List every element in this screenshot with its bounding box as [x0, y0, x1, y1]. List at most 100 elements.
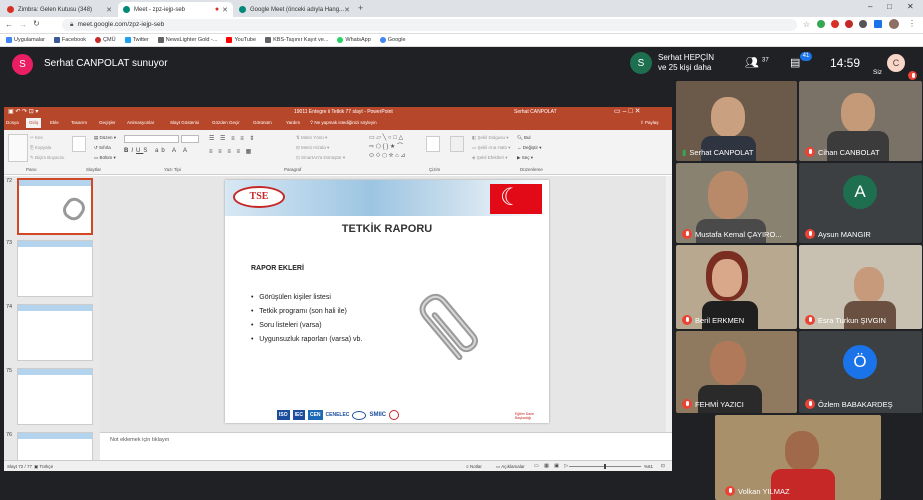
turkish-flag: ☾ — [490, 184, 542, 214]
bookmark-comu[interactable]: ÇMÜ — [95, 37, 116, 43]
participant-tile[interactable]: Ö Özlem BABAKARDEŞ — [799, 331, 922, 413]
quick-access-toolbar[interactable]: ▣ ↶ ↷ ⊡ ▾ — [8, 108, 38, 115]
font-size-select[interactable] — [181, 135, 199, 143]
bookmark-newslighter[interactable]: NewsLighter Gold -... — [157, 37, 217, 43]
paragraph-buttons[interactable]: ☰ ☰ ≡ ≡ ⇕ — [209, 135, 256, 142]
editing-commands[interactable]: 🔍︎ Bul ↔ Değiştir ▾ ▶ Seç ▾ — [517, 133, 542, 163]
maximize-button[interactable]: □ — [887, 2, 892, 11]
minimize-button[interactable]: – — [868, 2, 872, 11]
close-icon[interactable]: ✕ — [222, 6, 228, 14]
chat-button[interactable]: ▤ 41 — [790, 52, 812, 69]
slide-thumbnail[interactable] — [17, 240, 93, 297]
clipboard-commands[interactable]: ✂ Kes ⎘ Kopyala ✎ Biçim Boyacısı — [30, 133, 65, 163]
new-slide-button[interactable] — [72, 136, 86, 152]
participant-tile[interactable]: Beril ERKMEN — [676, 245, 797, 329]
tab-insert[interactable]: Ekle — [50, 118, 59, 128]
bookmark-twitter[interactable]: Twitter — [124, 37, 149, 43]
people-button[interactable]: 👥︎ 37 — [745, 56, 769, 69]
zoom-slider-thumb[interactable] — [604, 464, 606, 469]
self-avatar[interactable]: C — [887, 54, 905, 72]
participant-tile[interactable]: Cihan CANBOLAT — [799, 81, 922, 161]
close-icon[interactable]: ✕ — [344, 6, 350, 14]
font-name-select[interactable] — [124, 135, 179, 143]
close-window-button[interactable]: ✕ — [907, 2, 914, 11]
extension-icon[interactable] — [831, 20, 839, 28]
tab-file[interactable]: Dosya — [6, 118, 19, 128]
tab-view[interactable]: Görünüm — [253, 118, 272, 128]
text-direction-commands[interactable]: ⇅ Metin Yönü ▾ ⊟ Metni Hizala ▾ ⊡ SmartArt… — [296, 133, 345, 163]
bookmark-kbs[interactable]: KBS-Taşınır Kayıt ve... — [265, 37, 328, 43]
participant-tile[interactable]: ▮ Serhat CANPOLAT — [676, 81, 797, 161]
bookmark-label: Twitter — [132, 37, 149, 43]
slide-thumbnails-pane: 72 73 74 75 76 — [4, 176, 100, 460]
participant-name-row: Beril ERKMEN — [682, 315, 744, 325]
quick-styles-button[interactable] — [450, 136, 464, 152]
extension-icon[interactable] — [874, 20, 882, 28]
alignment-buttons[interactable]: ≡ ≡ ≡ ≡ ▦ — [209, 148, 253, 155]
notes-pane[interactable]: Not eklemek için tıklayın — [100, 432, 672, 460]
bookmark-apps[interactable]: Uygulamalar — [6, 37, 45, 43]
vertical-scrollbar[interactable] — [666, 176, 672, 432]
bookmark-youtube[interactable]: YouTube — [226, 37, 256, 43]
window-controls[interactable]: ▭ – □ ✕ — [614, 107, 640, 115]
tab-zimbra[interactable]: Zimbra: Gelen Kutusu (348) ✕ — [2, 2, 117, 17]
participant-tile[interactable]: A Aysun MANGIR — [799, 163, 922, 243]
slide-thumbnail-active[interactable] — [17, 178, 93, 235]
language-label: Türkçe — [39, 464, 54, 469]
bookmark-facebook[interactable]: Facebook — [53, 37, 86, 43]
url-input[interactable]: 🔒︎ meet.google.com/zpz-iejp-seb — [62, 19, 797, 31]
participant-tile[interactable]: Mustafa Kemal ÇAYIRO... — [676, 163, 797, 243]
tab-design[interactable]: Tasarım — [71, 118, 87, 128]
participant-tile[interactable]: FEHMİ YAZICI — [676, 331, 797, 413]
slide-thumbnail[interactable] — [17, 368, 93, 425]
view-buttons[interactable]: ▭ ▦ ▣ ▷ — [534, 463, 570, 469]
thumb-number: 73 — [6, 240, 13, 246]
thumb-banner — [18, 241, 92, 247]
slide-thumbnail[interactable] — [17, 304, 93, 361]
tab-meet[interactable]: Meet - zpz-iejp-seb ● ✕ — [118, 2, 233, 17]
paste-button[interactable] — [8, 134, 28, 162]
close-icon[interactable]: ✕ — [106, 6, 112, 14]
back-icon[interactable]: ← — [5, 20, 13, 29]
participant-name-row: Esra Turkun ŞIVGIN — [805, 315, 886, 325]
mic-off-icon — [908, 71, 917, 80]
tab-help[interactable]: Yardım — [286, 118, 300, 128]
star-icon[interactable]: ☆ — [803, 20, 810, 29]
tab-google-meet[interactable]: Google Meet (önceki adıyla Hang... ✕ — [234, 2, 352, 17]
tab-review[interactable]: Gözden Geçir — [212, 118, 240, 128]
slide-commands[interactable]: ▤ Düzen ▾ ↺ Sıfırla ▭ Bölüm ▾ — [94, 133, 116, 163]
tab-animations[interactable]: Animasyonlar — [127, 118, 154, 128]
participant-tile[interactable]: Volkan YILMAZ — [715, 415, 881, 500]
tab-slideshow[interactable]: Slayt Gösterisi — [170, 118, 199, 128]
profile-avatar[interactable] — [889, 19, 899, 29]
share-button[interactable]: ⇪ Paylaş — [640, 118, 659, 128]
extension-icon[interactable] — [817, 20, 825, 28]
current-slide[interactable]: TSE ☾ TETKİK RAPORU RAPOR EKLERİ • Görüş… — [225, 180, 549, 423]
iec-logo: IEC — [292, 410, 305, 420]
font-format-buttons[interactable]: BIUS ab A A — [124, 148, 190, 154]
bullet-text: Görüşülen kişiler listesi — [259, 294, 331, 301]
forward-icon[interactable]: → — [19, 20, 27, 29]
arrange-button[interactable] — [426, 136, 440, 152]
shapes-gallery[interactable]: ▭ ▱ ╲ ○ □ △ ⇨ ⬠ { } ★ ⌒ ⬭ ◇ ⬡ ☆ ⌂ ⊿ — [369, 134, 419, 162]
tab-home[interactable]: Giriş — [26, 118, 42, 128]
language-status[interactable]: ▣ Türkçe — [34, 464, 53, 470]
bookmark-whatsapp[interactable]: WhatsApp — [337, 37, 371, 43]
participant-tile[interactable]: Esra Turkun ŞIVGIN — [799, 245, 922, 329]
participant-name-row: Cihan CANBOLAT — [805, 147, 880, 157]
shape-format-commands[interactable]: ◧ Şekil Dolgusu ▾ ▭ Şekil Ana Hattı ▾ ◈ Şe… — [472, 133, 511, 163]
extension-icon[interactable] — [845, 20, 853, 28]
google-icon — [379, 37, 386, 43]
reload-icon[interactable]: ↻ — [33, 19, 40, 28]
tab-transitions[interactable]: Geçişler — [99, 118, 116, 128]
notes-button[interactable]: ≡ Notlar — [466, 464, 482, 469]
new-tab-button[interactable]: + — [358, 3, 363, 13]
bookmark-google[interactable]: Google — [379, 37, 406, 43]
comments-button[interactable]: ▭ Açıklamalar — [496, 464, 525, 470]
zoom-level[interactable]: %61 — [644, 464, 653, 469]
extension-icon[interactable] — [859, 20, 867, 28]
menu-icon[interactable]: ⋮ — [908, 19, 916, 28]
fit-slide-icon[interactable]: ⊡ — [661, 463, 665, 469]
tell-me-box[interactable]: 💡︎ Ne yapmak istediğinizi söyleyin — [310, 118, 377, 128]
slide-thumbnail[interactable] — [17, 432, 93, 460]
